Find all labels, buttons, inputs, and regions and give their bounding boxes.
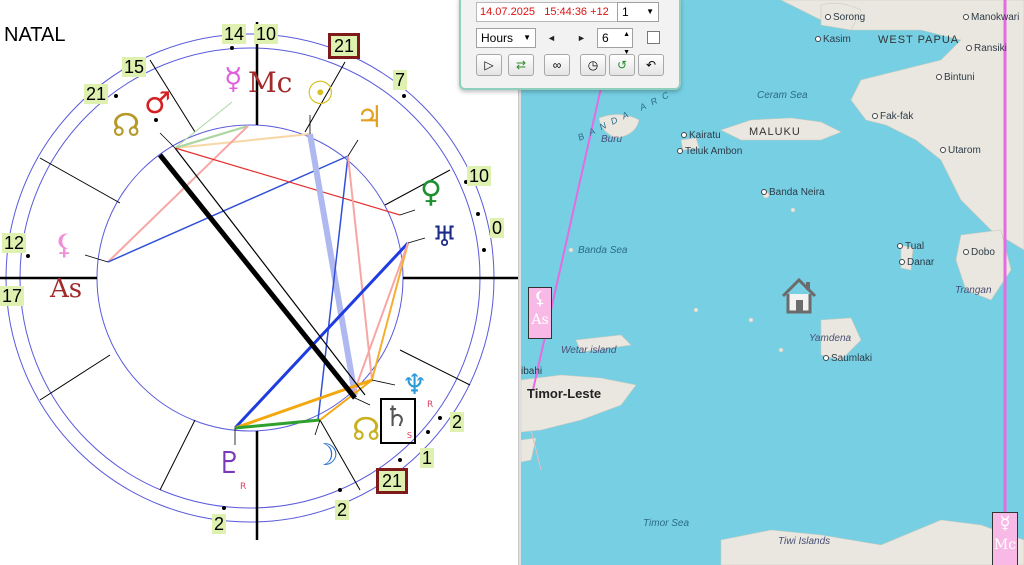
saturn-station: S	[406, 431, 412, 440]
map-label-tual: Tual	[897, 241, 924, 252]
datetime-field[interactable]: 14.07.2025 15:44:36 +12	[476, 2, 618, 22]
map-label-ceram-sea: Ceram Sea	[757, 90, 808, 101]
map-label-bintuni: Bintuni	[936, 72, 975, 83]
step-count-select[interactable]: 1 ▼	[617, 2, 659, 22]
map-label-banda-sea: Banda Sea	[578, 245, 628, 256]
map-label-fak-fak: Fak-fak	[872, 111, 913, 122]
options-checkbox[interactable]	[647, 31, 660, 44]
mc-tag-text: Mc	[993, 537, 1017, 553]
map-label-saumlaki: Saumlaki	[823, 353, 872, 364]
map-label-sorong: Sorong	[825, 12, 865, 23]
map-label-danar: Danar	[899, 257, 934, 268]
sun-glyph[interactable]: ☉	[306, 74, 335, 112]
step-forward-arrow[interactable]: ►	[577, 33, 586, 43]
step-value-input[interactable]: 6 ▲ ▼	[597, 28, 633, 56]
map-label-trangan: Trangan	[955, 285, 992, 296]
ascendant-line-tag[interactable]: ⚸ As	[528, 287, 552, 339]
step-back-arrow[interactable]: ◄	[547, 33, 556, 43]
degree-label-0: 0	[490, 218, 505, 238]
degree-label-2a: 2	[450, 412, 465, 432]
degree-label-2b: 2	[335, 500, 350, 520]
pluto-retro: R	[240, 482, 247, 492]
neptune-glyph[interactable]: ♆	[402, 368, 427, 401]
map-label-manokwari: Manokwari	[963, 12, 1019, 23]
degree-label-2c: 2	[212, 514, 227, 534]
degree-label-12: 12	[2, 233, 27, 253]
mc-line-tag[interactable]: ☿ Mc	[992, 512, 1018, 565]
map-label-tiwi-islands: Tiwi Islands	[778, 536, 831, 547]
play-icon[interactable]: ▷	[476, 54, 502, 76]
reset-icon[interactable]: ↺	[609, 54, 635, 76]
map-label-wetar: Wetar island	[561, 345, 617, 356]
map-label-maluku: MALUKU	[749, 126, 801, 138]
chart-pane[interactable]: NATAL ♂ ☊ ☿ Mc ☉ ♃ ♀ ♅ ⚸ As ♆ R ♄ S ☊ ☽ …	[0, 0, 520, 565]
uranus-glyph[interactable]: ♅	[432, 220, 457, 253]
degree-label-17: 17	[0, 286, 25, 306]
degree-label-1: 1	[420, 448, 435, 468]
degree-label-15: 15	[122, 57, 147, 77]
degree-label-10b: 10	[467, 166, 492, 186]
jupiter-glyph[interactable]: ♃	[356, 100, 383, 135]
venus-glyph[interactable]: ♀	[420, 175, 442, 210]
mars-glyph[interactable]: ♂	[144, 86, 171, 121]
date-value: 14.07.2025	[480, 6, 536, 18]
mercury-tag-glyph: ☿	[999, 513, 1011, 534]
map-label-utarom: Utarom	[940, 145, 981, 156]
boxed-degree-bottom[interactable]: 21	[376, 468, 409, 494]
map-label-west-papua: WEST PAPUA	[878, 34, 960, 46]
lilith-tag-glyph: ⚸	[533, 288, 547, 309]
mc-glyph[interactable]: Mc	[248, 66, 292, 99]
map-label-ibahi: ibahi	[521, 366, 543, 377]
chevron-down-icon: ▼	[646, 7, 654, 16]
map-label-kasim: Kasim	[815, 34, 851, 45]
neptune-retro: R	[427, 400, 434, 410]
degree-label-21: 21	[84, 84, 109, 104]
time-toolbar[interactable]: 14.07.2025 15:44:36 +12 1 ▼ Hours ▼ ◄ ► 6 ▲…	[459, 0, 681, 90]
lilith-glyph[interactable]: ⚸	[54, 228, 75, 261]
time-unit-select[interactable]: Hours ▼	[476, 28, 536, 48]
back-icon[interactable]: ↶	[638, 54, 664, 76]
map-label-timor-leste: Timor-Leste	[527, 386, 602, 401]
map-label-buru: Buru	[601, 134, 623, 145]
map-label-teluk-ambon: Teluk Ambon	[677, 146, 742, 157]
south-node-glyph[interactable]: ☊	[352, 410, 380, 448]
map-label-ransiki: Ransiki	[966, 43, 1007, 54]
map-label-dobo: Dobo	[963, 247, 995, 258]
asc-tag-text: As	[531, 312, 549, 328]
clock-icon[interactable]: ◷	[580, 54, 606, 76]
moon-glyph[interactable]: ☽	[312, 438, 339, 473]
map-label-kairatu: Kairatu	[681, 130, 721, 141]
degree-label-14: 14	[222, 24, 247, 44]
boxed-degree-top[interactable]: 21	[328, 33, 361, 59]
saturn-box[interactable]: ♄ S	[380, 398, 416, 444]
transfer-icon[interactable]: ⇄	[508, 54, 534, 76]
mercury-glyph[interactable]: ☿	[224, 62, 242, 97]
saturn-glyph: ♄	[384, 400, 410, 433]
time-value: 15:44:36 +12	[544, 6, 609, 18]
chevron-down-icon: ▼	[523, 33, 531, 42]
home-icon[interactable]	[779, 276, 819, 316]
degree-label-10: 10	[254, 24, 279, 44]
degree-label-7: 7	[393, 70, 408, 90]
map-label-banda-neira: Banda Neira	[761, 187, 825, 198]
ascendant-glyph[interactable]: As	[50, 274, 82, 304]
map-label-yamdena: Yamdena	[809, 333, 852, 344]
map-label-timor-sea: Timor Sea	[643, 518, 690, 529]
pluto-glyph[interactable]: ♇	[216, 446, 243, 481]
link-icon[interactable]: ∞	[544, 54, 570, 76]
north-node-glyph[interactable]: ☊	[112, 106, 140, 144]
